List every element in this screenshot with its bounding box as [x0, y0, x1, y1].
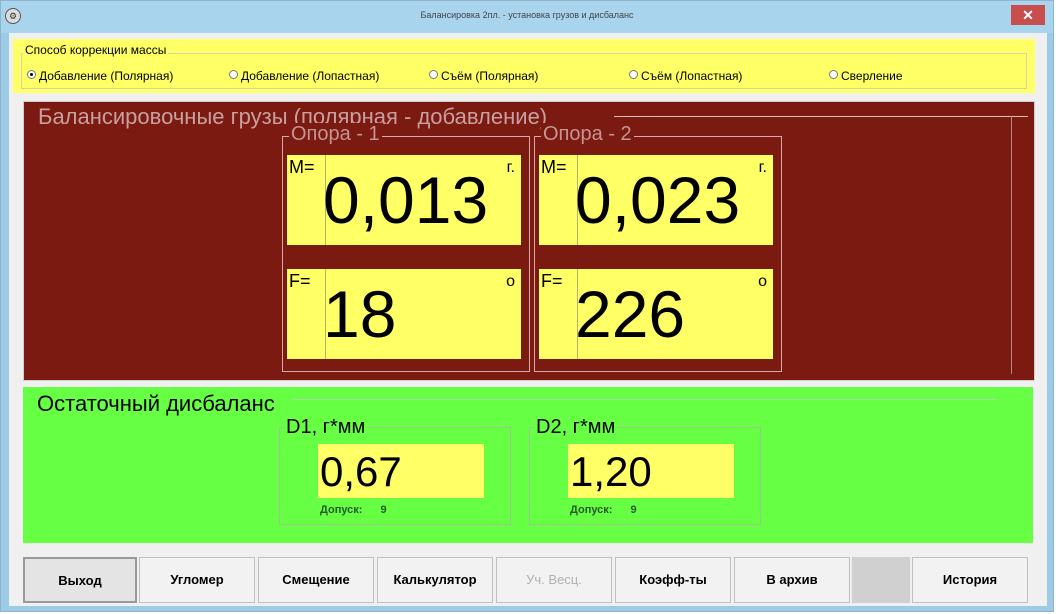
- option-label: Съём (Полярная): [441, 69, 539, 83]
- option-add-polar[interactable]: Добавление (Полярная): [27, 69, 173, 83]
- support-2-mass-display: M= 0,023 г.: [539, 155, 773, 245]
- radio-icon[interactable]: [629, 70, 638, 79]
- option-drilling[interactable]: Сверление: [829, 69, 903, 83]
- angle-label: F=: [541, 271, 563, 291]
- support-2-title: Опора - 2: [541, 123, 634, 146]
- angle-unit: о: [506, 273, 515, 290]
- mass-label: M=: [289, 157, 315, 177]
- app-window: ⚙ Балансировка 2пл. - установка грузов и…: [0, 0, 1054, 612]
- frame-line: [1011, 116, 1012, 374]
- mass-correction-panel: Способ коррекции массы Добавление (Поляр…: [13, 39, 1035, 93]
- d2-value: 1,20: [568, 444, 734, 498]
- balancing-weights-panel: Балансировочные грузы (полярная - добавл…: [23, 101, 1035, 381]
- angle-meter-button[interactable]: Угломер: [139, 557, 255, 603]
- tolerance-value: 9: [380, 504, 387, 516]
- exit-button[interactable]: Выход: [23, 557, 137, 603]
- angle-unit: о: [758, 273, 767, 290]
- radio-icon[interactable]: [829, 70, 838, 79]
- option-label: Добавление (Полярная): [39, 69, 174, 83]
- support-1-angle-value: 18: [323, 277, 397, 351]
- bottom-toolbar: Выход Угломер Смещение Калькулятор Уч. В…: [9, 547, 1047, 606]
- mass-unit: г.: [506, 159, 515, 176]
- coefficients-button[interactable]: Коэфф-ты: [615, 557, 731, 603]
- d1-group: D1, г*мм 0,67 Допуск: 9: [279, 416, 511, 525]
- frame-line: [614, 116, 1028, 117]
- tolerance-label: Допуск:: [570, 504, 613, 516]
- support-2-mass-value: 0,023: [575, 163, 741, 237]
- frame-line: [293, 399, 997, 400]
- option-label: Сверление: [841, 69, 903, 83]
- d1-tolerance: Допуск: 9: [320, 504, 387, 516]
- d1-label: D1, г*мм: [284, 416, 368, 439]
- calculator-button[interactable]: Калькулятор: [377, 557, 493, 603]
- support-2-group: Опора - 2 M= 0,023 г. F= 226 о: [534, 123, 782, 372]
- support-2-angle-value: 226: [575, 277, 686, 351]
- title-bar: ⚙ Балансировка 2пл. - установка грузов и…: [1, 1, 1053, 33]
- support-1-angle-display: F= 18 о: [287, 269, 521, 359]
- window-title: Балансировка 2пл. - установка грузов и д…: [420, 10, 634, 20]
- mass-unit: г.: [758, 159, 767, 176]
- offset-button[interactable]: Смещение: [258, 557, 374, 603]
- support-1-mass-display: M= 0,013 г.: [287, 155, 521, 245]
- tolerance-label: Допуск:: [320, 504, 363, 516]
- tolerance-value: 9: [630, 504, 637, 516]
- residual-imbalance-title: Остаточный дисбаланс: [37, 391, 275, 416]
- d2-tolerance: Допуск: 9: [570, 504, 637, 516]
- support-1-mass-value: 0,013: [323, 163, 489, 237]
- mass-label: M=: [541, 157, 567, 177]
- angle-label: F=: [289, 271, 311, 291]
- weights-button[interactable]: Уч. Весц.: [496, 557, 612, 603]
- option-remove-polar[interactable]: Съём (Полярная): [429, 69, 538, 83]
- option-label: Добавление (Лопастная): [241, 69, 380, 83]
- support-2-angle-display: F= 226 о: [539, 269, 773, 359]
- radio-selected-icon[interactable]: [27, 70, 36, 79]
- d2-label: D2, г*мм: [534, 416, 618, 439]
- close-button[interactable]: ✕: [1011, 5, 1045, 25]
- d1-value: 0,67: [318, 444, 484, 498]
- d2-group: D2, г*мм 1,20 Допуск: 9: [529, 416, 761, 525]
- history-button[interactable]: История: [912, 557, 1028, 603]
- support-1-group: Опора - 1 M= 0,013 г. F= 18 о: [282, 123, 530, 372]
- radio-icon[interactable]: [429, 70, 438, 79]
- archive-button[interactable]: В архив: [734, 557, 850, 603]
- option-add-blade[interactable]: Добавление (Лопастная): [229, 69, 379, 83]
- option-remove-blade[interactable]: Съём (Лопастная): [629, 69, 742, 83]
- option-label: Съём (Лопастная): [641, 69, 743, 83]
- toolbar-spacer: [852, 557, 910, 603]
- radio-icon[interactable]: [229, 70, 238, 79]
- support-1-title: Опора - 1: [289, 123, 382, 146]
- mass-correction-title: Способ коррекции массы: [23, 43, 169, 57]
- client-area: Способ коррекции массы Добавление (Поляр…: [9, 33, 1047, 606]
- residual-imbalance-panel: Остаточный дисбаланс D1, г*мм 0,67 Допус…: [23, 387, 1033, 543]
